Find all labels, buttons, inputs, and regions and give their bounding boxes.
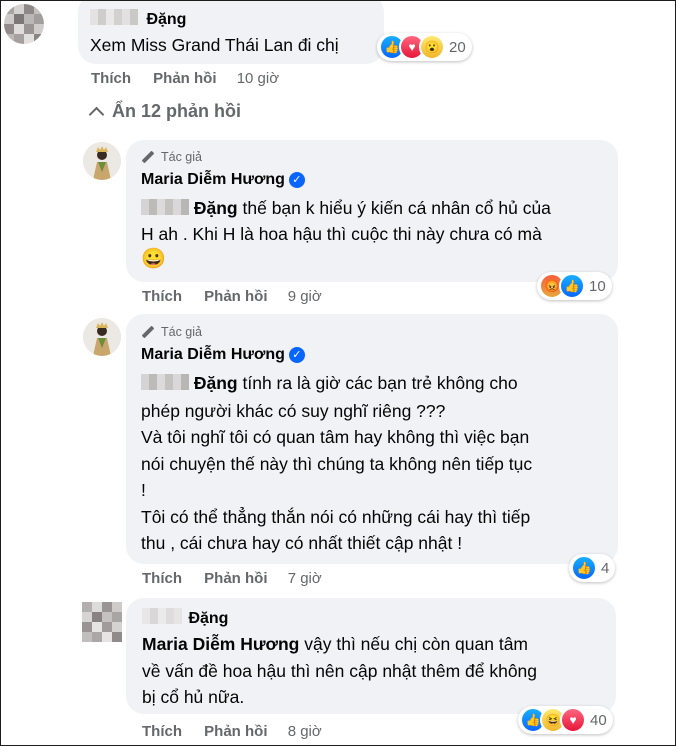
- like-reaction-icon: 👍: [559, 273, 585, 299]
- love-reaction-icon: ♥: [560, 707, 586, 733]
- redacted-name-block: [90, 9, 138, 30]
- mention-link[interactable]: Maria Diễm Hương: [142, 634, 299, 654]
- reply-action[interactable]: Phản hồi: [204, 723, 267, 740]
- reaction-summary[interactable]: 😡 👍 10: [537, 272, 612, 300]
- reply-line: thế bạn k hiểu ý kiến cá nhân cổ hủ của: [242, 198, 551, 218]
- reply-text: Đặng thế bạn k hiểu ý kiến cá nhân cổ hủ…: [141, 196, 611, 272]
- reply-name-row: Maria Diễm Hương ✓: [141, 171, 305, 189]
- timestamp[interactable]: 9 giờ: [288, 288, 322, 305]
- commenter-name-row: Đặng: [90, 9, 186, 30]
- like-action[interactable]: Thích: [142, 723, 182, 740]
- author-avatar-image: [83, 142, 121, 180]
- verified-badge-icon: ✓: [288, 171, 305, 188]
- author-avatar-image: [83, 318, 121, 356]
- reply-actions: Thích Phản hồi 9 giờ: [142, 288, 322, 305]
- reply-line: Và tôi nghĩ tôi có quan tâm hay không th…: [141, 427, 530, 448]
- mention-link[interactable]: Đặng: [194, 198, 238, 218]
- reaction-count: 40: [590, 711, 607, 729]
- reply-line: H ah . Khi H là hoa hậu thì cuộc thi này…: [141, 223, 542, 244]
- reply-line: nói chuyện thế này thì chúng ta không nê…: [141, 453, 533, 474]
- reaction-count: 20: [449, 38, 466, 56]
- author-avatar[interactable]: [83, 318, 121, 356]
- wow-reaction-icon: 😮: [419, 34, 445, 60]
- hide-replies-label: Ẩn 12 phản hồi: [112, 101, 242, 121]
- commenter-avatar[interactable]: [82, 602, 122, 642]
- author-name[interactable]: Maria Diễm Hương: [141, 346, 285, 363]
- reply-action[interactable]: Phản hồi: [153, 70, 216, 87]
- reply-name-row: Đặng: [142, 608, 228, 629]
- redacted-name-block: [142, 608, 182, 629]
- reply-line: !: [141, 480, 146, 501]
- like-action[interactable]: Thích: [142, 288, 182, 305]
- comment-text: Xem Miss Grand Thái Lan đi chị: [90, 35, 339, 55]
- verified-badge-icon: ✓: [288, 346, 305, 363]
- reaction-count: 4: [601, 559, 610, 577]
- commenter-avatar[interactable]: [4, 4, 44, 44]
- reaction-count: 10: [589, 277, 606, 295]
- reply-line: thu , cái chưa hay có nhất thiết cập nhậ…: [141, 533, 463, 554]
- reply-line: vậy thì nếu chị còn quan tâm: [304, 634, 528, 654]
- pencil-icon: [141, 325, 155, 339]
- reply-actions: Thích Phản hồi 7 giờ: [142, 570, 322, 587]
- author-tag: Tác giả: [141, 325, 202, 339]
- reply-line: phép người khác có suy nghĩ riêng ???: [141, 400, 446, 421]
- author-tag: Tác giả: [141, 150, 202, 164]
- reply-action[interactable]: Phản hồi: [204, 570, 267, 587]
- reply-text: Maria Diễm Hương vậy thì nếu chị còn qua…: [142, 631, 612, 711]
- reply-line: về vấn đề hoa hậu thì nên cập nhật thêm …: [142, 660, 538, 681]
- author-tag-label: Tác giả: [161, 150, 202, 164]
- author-tag-label: Tác giả: [161, 325, 202, 339]
- reaction-summary[interactable]: 👍 4: [569, 554, 616, 582]
- like-reaction-icon: 👍: [571, 555, 597, 581]
- reply-action[interactable]: Phản hồi: [204, 288, 267, 305]
- comment-actions: Thích Phản hồi 10 giờ: [91, 70, 279, 87]
- timestamp[interactable]: 10 giờ: [237, 70, 279, 87]
- like-action[interactable]: Thích: [142, 570, 182, 587]
- hide-replies-toggle[interactable]: Ẩn 12 phản hồi: [88, 101, 242, 123]
- smile-emoji-icon: 😀: [141, 247, 166, 270]
- redacted-mention-block: [141, 371, 189, 398]
- author-avatar[interactable]: [83, 142, 121, 180]
- mention-link[interactable]: Đặng: [194, 373, 238, 393]
- reply-text: Đặng tính ra là giờ các bạn trẻ không ch…: [141, 370, 611, 557]
- reply-name-row: Maria Diễm Hương ✓: [141, 346, 305, 364]
- redacted-mention-block: [141, 197, 189, 222]
- commenter-name[interactable]: Đặng: [188, 610, 228, 627]
- commenter-name[interactable]: Đặng: [146, 11, 186, 28]
- timestamp[interactable]: 8 giờ: [288, 723, 322, 740]
- like-action[interactable]: Thích: [91, 70, 131, 87]
- reaction-summary[interactable]: 👍 😆 ♥ 40: [518, 706, 613, 734]
- author-name[interactable]: Maria Diễm Hương: [141, 171, 285, 188]
- timestamp[interactable]: 7 giờ: [288, 570, 322, 587]
- chevron-up-icon: [88, 106, 105, 123]
- reply-line: tính ra là giờ các bạn trẻ không cho: [242, 373, 518, 393]
- reply-line: Tôi có thể thẳng thắn nói có những cái h…: [141, 506, 531, 527]
- pencil-icon: [141, 150, 155, 164]
- reply-actions: Thích Phản hồi 8 giờ: [142, 723, 322, 740]
- reaction-summary[interactable]: 👍 ♥ 😮 20: [377, 33, 472, 61]
